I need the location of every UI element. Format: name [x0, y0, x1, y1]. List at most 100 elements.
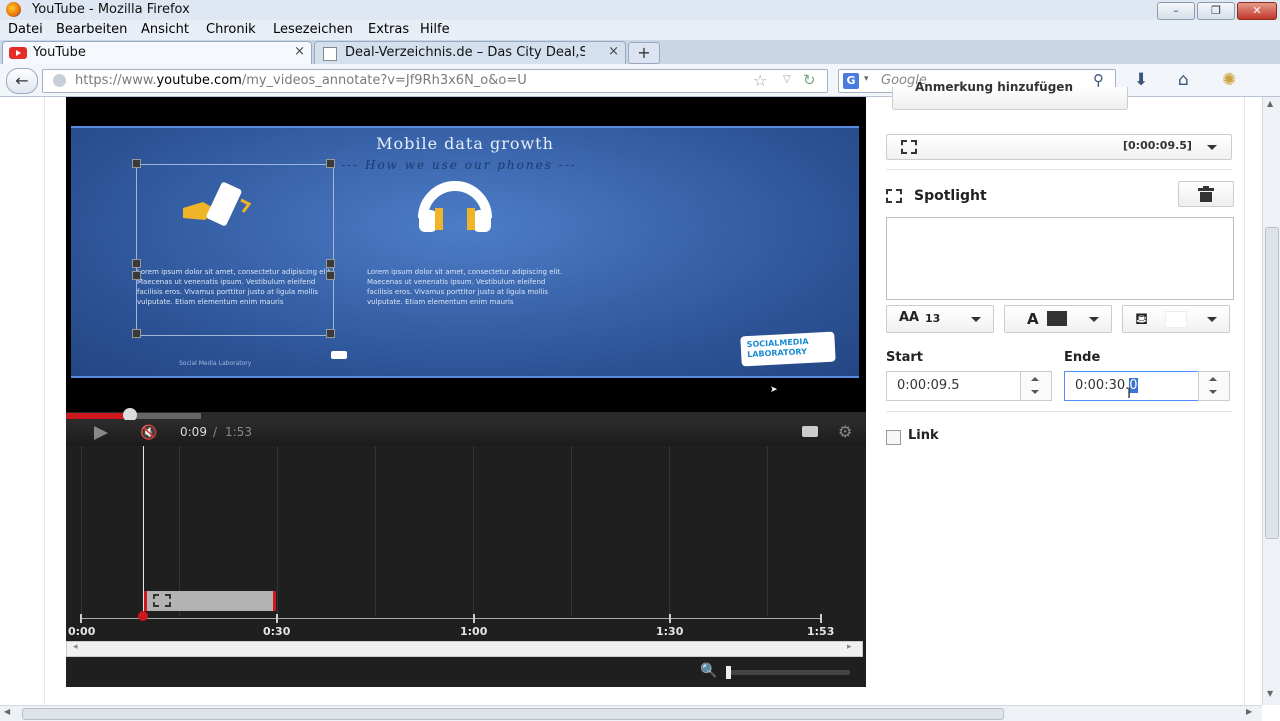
menu-hilfe[interactable]: Hilfe — [420, 22, 450, 37]
step-up-icon[interactable] — [1209, 377, 1217, 381]
search-engine-icon[interactable]: G — [843, 73, 859, 89]
resize-handle[interactable] — [326, 159, 335, 168]
timeline-label: 1:30 — [656, 625, 684, 638]
scroll-down-icon[interactable]: ▼ — [1267, 689, 1273, 698]
annotation-selector[interactable]: [0:00:09.5] — [886, 134, 1232, 160]
tab-close-icon[interactable]: × — [608, 44, 619, 59]
resize-handle[interactable] — [132, 271, 141, 280]
restore-button[interactable]: ❐ — [1197, 2, 1235, 20]
timeline-gridline — [669, 446, 670, 616]
start-time-input[interactable]: 0:00:09.5 — [886, 371, 1022, 401]
step-down-icon[interactable] — [1209, 390, 1217, 394]
resize-handle[interactable] — [132, 159, 141, 168]
spotlight-annotation-box[interactable] — [136, 164, 334, 336]
horizontal-scroll-thumb[interactable] — [22, 708, 1004, 720]
playhead-knob[interactable] — [138, 611, 148, 621]
menu-extras[interactable]: Extras — [368, 22, 409, 37]
close-window-button[interactable]: ✕ — [1237, 2, 1277, 20]
settings-gear-icon[interactable]: ⚙ — [838, 422, 852, 441]
bookmark-star-icon[interactable]: ☆ — [753, 71, 767, 90]
step-down-icon[interactable] — [1031, 390, 1039, 394]
delete-annotation-button[interactable] — [1178, 181, 1234, 207]
font-size-dropdown[interactable]: AA 13 — [886, 305, 994, 333]
annotation-type-title: Spotlight — [914, 188, 987, 204]
timeline-label: 1:53 — [807, 625, 835, 638]
resize-handle[interactable] — [132, 259, 141, 268]
url-domain: youtube.com — [156, 73, 242, 88]
resize-handle[interactable] — [132, 329, 141, 338]
text-color-icon: A — [1027, 310, 1039, 328]
resize-handle[interactable] — [326, 271, 335, 280]
addon-gear-icon[interactable]: ✺ — [1222, 70, 1236, 90]
text-color-swatch — [1047, 311, 1067, 326]
vertical-scroll-thumb[interactable] — [1265, 227, 1279, 539]
page-border-left — [44, 97, 45, 705]
scroll-right-icon[interactable]: ▸ — [847, 642, 852, 652]
menu-bearbeiten[interactable]: Bearbeiten — [56, 22, 127, 37]
firefox-logo-icon — [6, 2, 21, 17]
link-checkbox[interactable] — [886, 430, 901, 445]
url-prefix: https://www. — [75, 73, 157, 88]
zoom-slider-handle[interactable] — [726, 666, 731, 679]
annotation-editor-panel: Anmerkung hinzufügen [0:00:09.5] Spotlig… — [886, 80, 1246, 705]
menu-lesezeichen[interactable]: Lesezeichen — [273, 22, 353, 37]
spotlight-icon — [153, 594, 171, 607]
engine-dropdown-icon[interactable]: ▾ — [864, 74, 869, 84]
timeline-annotation-bar[interactable] — [144, 591, 276, 611]
reload-icon[interactable]: ↻ — [803, 71, 816, 89]
background-color-dropdown[interactable]: ⛾ — [1122, 305, 1230, 333]
url-bar[interactable]: https://www.youtube.com/my_videos_annota… — [42, 69, 828, 93]
page-horizontal-scrollbar[interactable]: ◀ ▶ — [0, 705, 1262, 721]
text-color-dropdown[interactable]: A — [1004, 305, 1112, 333]
timeline-gridline — [571, 446, 572, 616]
add-annotation-button[interactable]: Anmerkung hinzufügen — [892, 80, 1128, 110]
tab-close-icon[interactable]: × — [294, 44, 305, 59]
chevron-down-icon — [1207, 317, 1217, 322]
scroll-up-icon[interactable]: ▲ — [1267, 99, 1273, 108]
resize-handle[interactable] — [326, 259, 335, 268]
end-time-stepper[interactable] — [1198, 371, 1230, 401]
volume-icon[interactable]: 🔇 — [140, 425, 157, 441]
page-vertical-scrollbar[interactable]: ▲ ▼ — [1262, 97, 1280, 705]
youtube-favicon-icon — [9, 47, 27, 59]
trash-icon — [1198, 186, 1214, 202]
scroll-right-icon[interactable]: ▶ — [1246, 707, 1252, 716]
resize-handle[interactable] — [326, 329, 335, 338]
mouse-cursor-icon: ➤ — [770, 385, 778, 395]
scroll-left-icon[interactable]: ◀ — [4, 707, 10, 716]
annotation-text-input[interactable] — [886, 217, 1234, 300]
timeline-scrollbar[interactable]: ◂ ▸ — [66, 641, 863, 657]
step-up-icon[interactable] — [1031, 377, 1039, 381]
play-button[interactable] — [94, 426, 108, 440]
menu-ansicht[interactable]: Ansicht — [141, 22, 189, 37]
downloads-icon[interactable]: ⬇ — [1134, 70, 1148, 90]
slide-text-right: Lorem ipsum dolor sit amet, consectetur … — [367, 268, 563, 306]
menu-datei[interactable]: Datei — [8, 22, 43, 37]
video-progress-bar[interactable] — [66, 408, 866, 422]
logo-line-2: LABORATORY — [747, 347, 808, 360]
divider — [886, 169, 1232, 170]
annotation-timeline[interactable]: 0:00 0:30 1:00 1:30 1:53 ◂ ▸ 🔍 — [66, 446, 866, 687]
timeline-label: 0:00 — [68, 625, 96, 638]
menu-chronik[interactable]: Chronik — [206, 22, 256, 37]
url-text[interactable]: https://www.youtube.com/my_videos_annota… — [75, 73, 527, 88]
tab-deal-verzeichnis[interactable]: Deal-Verzeichnis.de – Das City Deal,S...… — [314, 41, 626, 64]
annotations-toggle-icon[interactable] — [802, 426, 818, 437]
scroll-left-icon[interactable]: ◂ — [73, 642, 78, 652]
site-identity-icon[interactable] — [53, 74, 66, 87]
tab-youtube[interactable]: YouTube × — [2, 41, 312, 64]
end-time-input[interactable]: 0:00:30.0 I — [1064, 371, 1200, 402]
tab-bar: YouTube × Deal-Verzeichnis.de – Das City… — [0, 40, 1280, 64]
start-time-stepper[interactable] — [1020, 371, 1052, 401]
new-tab-button[interactable]: + — [628, 42, 660, 64]
history-dropdown-icon[interactable]: ▽ — [783, 74, 791, 85]
back-button[interactable]: ← — [6, 68, 38, 94]
font-size-value: 13 — [925, 312, 941, 325]
minimize-button[interactable]: – — [1157, 2, 1195, 20]
video-frame[interactable]: Mobile data growth --- How we use our ph… — [71, 126, 859, 378]
start-label: Start — [886, 350, 923, 365]
home-icon[interactable]: ⌂ — [1178, 70, 1189, 90]
video-player[interactable]: Mobile data growth --- How we use our ph… — [66, 97, 866, 415]
zoom-slider[interactable] — [726, 666, 850, 679]
tab-label: Deal-Verzeichnis.de – Das City Deal,S... — [345, 45, 585, 60]
